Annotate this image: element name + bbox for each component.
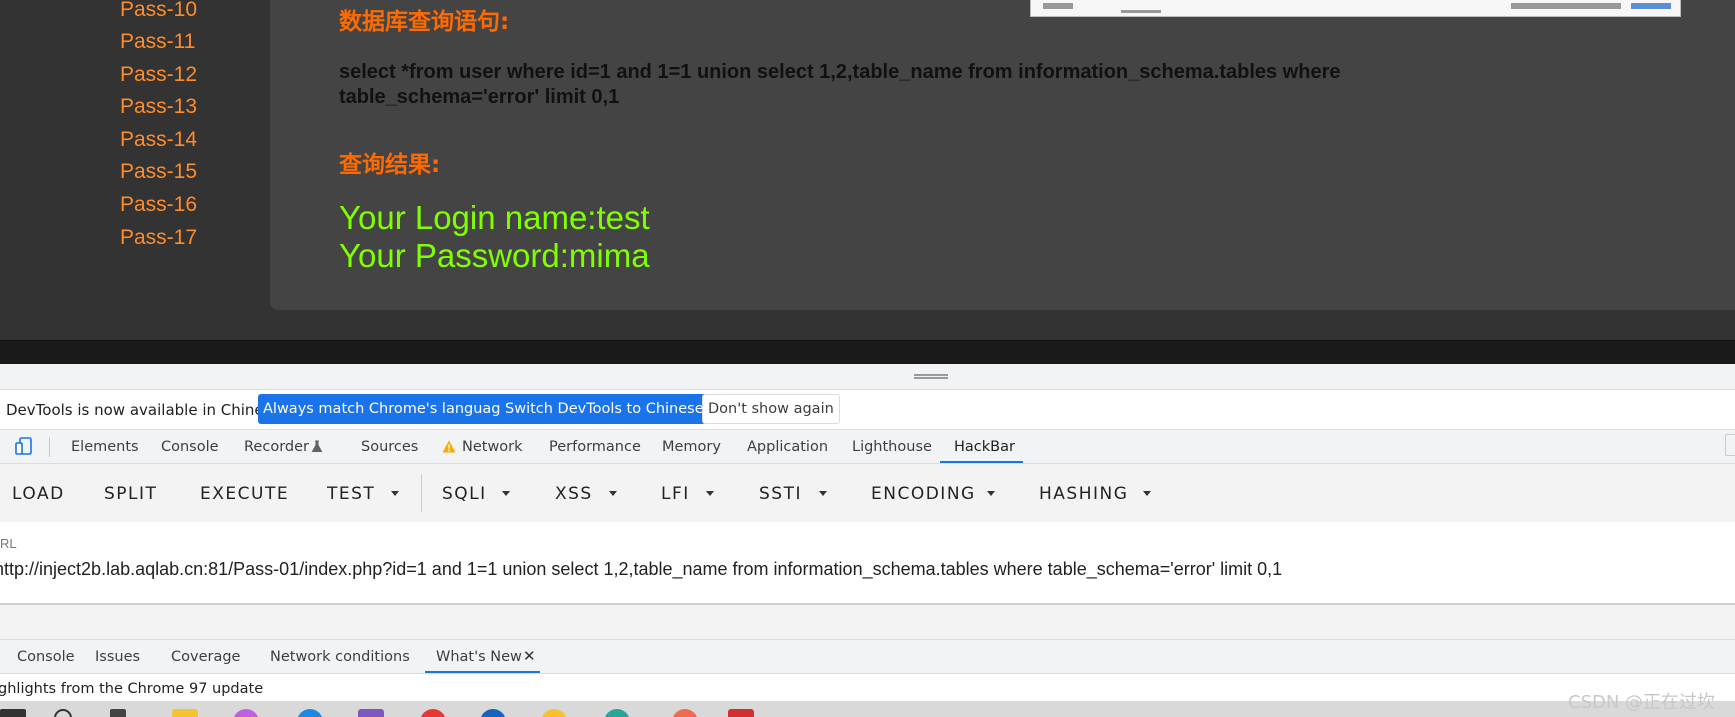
- load-button[interactable]: LOAD: [12, 484, 65, 504]
- search-icon[interactable]: [54, 709, 72, 717]
- sidebar-item-pass-14[interactable]: Pass-14: [120, 128, 197, 152]
- app-icon[interactable]: [480, 709, 506, 717]
- embedded-screenshot-detail: [1511, 3, 1621, 9]
- drawer-tab-console[interactable]: Console: [17, 649, 75, 665]
- hashing-menu-button[interactable]: HASHING: [1039, 484, 1128, 504]
- sidebar-item-pass-13[interactable]: Pass-13: [120, 95, 197, 119]
- chevron-down-icon[interactable]: [706, 491, 714, 496]
- start-icon[interactable]: [0, 709, 26, 717]
- csdn-watermark: CSDN @正在过坎: [1568, 692, 1716, 713]
- sidebar-item-pass-16[interactable]: Pass-16: [120, 193, 197, 217]
- embedded-screenshot-detail: [1043, 3, 1073, 9]
- tab-elements[interactable]: Elements: [71, 439, 139, 455]
- devtools-tabbar: Elements Console Recorder Sources Networ…: [0, 430, 1735, 464]
- password-result: Your Password:mima: [339, 237, 650, 274]
- app-icon[interactable]: [604, 709, 630, 717]
- encoding-menu-button[interactable]: ENCODING: [871, 484, 976, 504]
- tab-recorder[interactable]: Recorder: [244, 439, 309, 455]
- devtools-resize-handle[interactable]: [0, 364, 1735, 390]
- infobar-message: DevTools is now available in Chinese!: [6, 401, 287, 419]
- device-toolbar-icon[interactable]: [15, 437, 33, 455]
- toolbar-divider: [421, 474, 422, 512]
- tab-application[interactable]: Application: [747, 439, 828, 455]
- tab-network[interactable]: Network: [462, 439, 523, 455]
- drawer-tab-issues[interactable]: Issues: [95, 649, 140, 665]
- close-icon[interactable]: ✕: [523, 647, 536, 665]
- app-icon[interactable]: [672, 709, 698, 717]
- sidebar-item-pass-17[interactable]: Pass-17: [120, 226, 197, 250]
- sql-query: select *from user where id=1 and 1=1 uni…: [339, 60, 1499, 110]
- split-button[interactable]: SPLIT: [104, 484, 157, 504]
- page-footer: [0, 340, 1735, 364]
- login-name-result: Your Login name:test: [339, 199, 650, 236]
- url-field-container[interactable]: RL http://inject2b.lab.aqlab.cn:81/Pass-…: [0, 522, 1735, 605]
- chevron-down-icon[interactable]: [502, 491, 510, 496]
- test-menu-button[interactable]: TEST: [327, 484, 375, 504]
- sql-query-line-2: table_schema='error' limit 0,1: [339, 86, 620, 108]
- drag-grip-icon[interactable]: [914, 374, 948, 379]
- lfi-menu-button[interactable]: LFI: [661, 484, 690, 504]
- app-icon[interactable]: [297, 709, 323, 717]
- tab-console[interactable]: Console: [161, 439, 219, 455]
- active-tab-indicator: [940, 461, 1023, 463]
- tabbar-separator: [49, 437, 50, 457]
- url-label: RL: [0, 536, 17, 551]
- tab-lighthouse[interactable]: Lighthouse: [852, 439, 932, 455]
- chevron-down-icon[interactable]: [987, 491, 995, 496]
- flask-icon: [311, 440, 323, 452]
- embedded-screenshot: [1030, 0, 1681, 17]
- dont-show-again-button[interactable]: Don't show again: [702, 394, 840, 424]
- hackbar-empty-area: [0, 605, 1735, 639]
- sidebar-item-pass-12[interactable]: Pass-12: [120, 63, 197, 87]
- tab-sources[interactable]: Sources: [361, 439, 418, 455]
- sidebar-item-pass-15[interactable]: Pass-15: [120, 160, 197, 184]
- always-match-language-button[interactable]: Always match Chrome's language: [258, 394, 515, 424]
- visual-studio-icon[interactable]: [358, 709, 384, 717]
- task-view-icon[interactable]: [110, 709, 126, 717]
- execute-button[interactable]: EXECUTE: [200, 484, 289, 504]
- sql-query-line-1: select *from user where id=1 and 1=1 uni…: [339, 61, 1341, 83]
- chevron-down-icon[interactable]: [819, 491, 827, 496]
- whats-new-content: ighlights from the Chrome 97 update: [0, 674, 1735, 702]
- chevron-down-icon[interactable]: [391, 491, 399, 496]
- tab-hackbar[interactable]: HackBar: [954, 439, 1015, 455]
- switch-to-chinese-button[interactable]: Switch DevTools to Chinese: [500, 394, 709, 424]
- language-infobar: DevTools is now available in Chinese! Al…: [0, 390, 1735, 430]
- chevron-down-icon[interactable]: [1143, 491, 1151, 496]
- chrome-icon[interactable]: [541, 709, 567, 717]
- ssti-menu-button[interactable]: SSTI: [759, 484, 802, 504]
- embedded-screenshot-detail: [1121, 10, 1161, 13]
- url-input[interactable]: http://inject2b.lab.aqlab.cn:81/Pass-01/…: [0, 559, 1282, 580]
- app-icon[interactable]: [420, 709, 446, 717]
- devtools-panel: DevTools is now available in Chinese! Al…: [0, 364, 1735, 717]
- app-icon[interactable]: [233, 709, 259, 717]
- windows-taskbar: [0, 701, 1735, 717]
- result-heading: 查询结果:: [339, 152, 441, 178]
- chevron-down-icon[interactable]: [609, 491, 617, 496]
- sidebar-item-pass-11[interactable]: Pass-11: [120, 30, 195, 54]
- drawer-tabbar: Console Issues Coverage Network conditio…: [0, 639, 1735, 674]
- hackbar-toolbar: LOAD SPLIT EXECUTE TEST SQLI XSS LFI SST…: [0, 464, 1735, 522]
- warning-icon: [442, 440, 456, 453]
- tab-performance[interactable]: Performance: [549, 439, 641, 455]
- file-explorer-icon[interactable]: [172, 709, 198, 717]
- active-drawer-tab-indicator: [425, 671, 540, 673]
- query-heading: 数据库查询语句:: [339, 9, 510, 35]
- web-page: Pass-10 Pass-11 Pass-12 Pass-13 Pass-14 …: [0, 0, 1735, 364]
- sqli-menu-button[interactable]: SQLI: [442, 484, 487, 504]
- xss-menu-button[interactable]: XSS: [555, 484, 593, 504]
- embedded-screenshot-detail: [1631, 3, 1671, 9]
- sidebar-item-pass-10[interactable]: Pass-10: [120, 0, 197, 22]
- drawer-tab-coverage[interactable]: Coverage: [171, 649, 240, 665]
- drawer-tab-whats-new[interactable]: What's New: [436, 649, 522, 665]
- tab-memory[interactable]: Memory: [662, 439, 721, 455]
- app-icon[interactable]: [728, 709, 754, 717]
- drawer-tab-network-conditions[interactable]: Network conditions: [270, 649, 410, 665]
- tabbar-overflow-button[interactable]: [1725, 434, 1735, 456]
- whats-new-headline: ighlights from the Chrome 97 update: [0, 681, 264, 697]
